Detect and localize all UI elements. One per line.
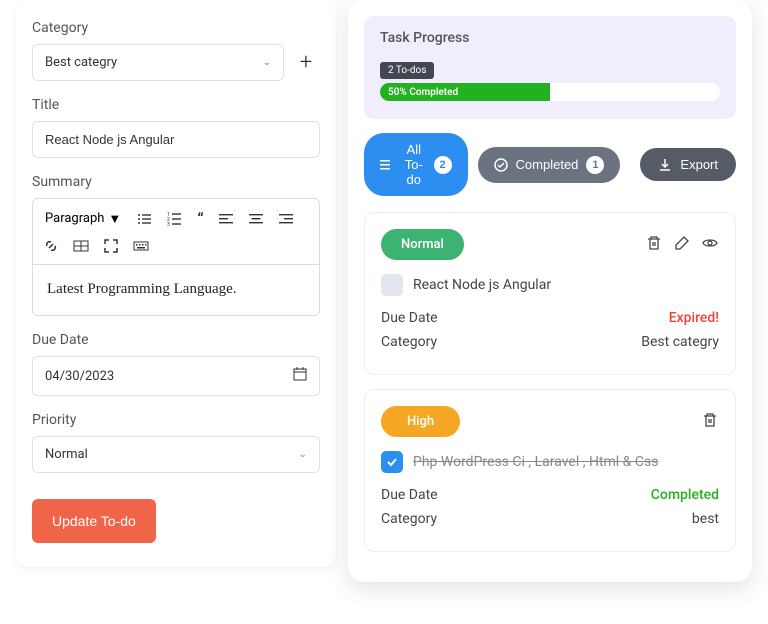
task-card: Normal React Node js Angular Due DateExpir…: [364, 212, 736, 375]
keyboard-icon[interactable]: [127, 234, 155, 258]
progress-bar: 50% Completed: [380, 83, 720, 101]
check-circle-icon: [494, 158, 508, 172]
download-icon: [658, 158, 672, 172]
tab-all-todo[interactable]: All To-do 2: [364, 133, 468, 196]
task-header: Normal: [381, 229, 719, 260]
category-value: Best categry: [45, 55, 117, 70]
progress-bar-fill: 50% Completed: [380, 83, 550, 101]
task-actions: [701, 411, 719, 433]
progress-title: Task Progress: [380, 30, 720, 46]
category-row: CategoryBest categry: [381, 334, 719, 350]
completed-count-badge: 1: [586, 156, 604, 174]
align-center-icon[interactable]: [242, 205, 270, 232]
priority-label: Priority: [32, 412, 320, 428]
priority-value: Normal: [45, 447, 88, 462]
chevron-down-icon: ⌄: [299, 449, 307, 460]
edit-icon[interactable]: [673, 234, 691, 256]
category-row: Best categry ⌄ +: [32, 44, 320, 81]
fullscreen-icon[interactable]: [97, 234, 125, 258]
task-header: High: [381, 406, 719, 437]
task-checkbox[interactable]: [381, 274, 403, 296]
table-icon[interactable]: [67, 234, 95, 258]
priority-badge: Normal: [381, 229, 464, 260]
calendar-icon: [293, 367, 307, 385]
category-value: best: [692, 511, 719, 527]
due-date-row: Due DateCompleted: [381, 487, 719, 503]
due-value: Expired!: [669, 310, 719, 326]
todo-form-card: Category Best categry ⌄ + Title Summary …: [16, 0, 336, 567]
due-date-label: Due Date: [32, 332, 320, 348]
task-title-row: React Node js Angular: [381, 274, 719, 296]
category-label: Category: [32, 20, 320, 36]
task-title: React Node js Angular: [413, 277, 551, 293]
todos-count-badge: 2 To-dos: [380, 62, 434, 79]
editor-toolbar: Paragraph ▼ 123 “: [32, 198, 320, 264]
category-select[interactable]: Best categry ⌄: [32, 44, 284, 81]
link-icon[interactable]: [37, 234, 65, 258]
summary-editor[interactable]: Latest Programming Language.: [32, 264, 320, 316]
task-actions: [645, 234, 719, 256]
unordered-list-icon[interactable]: [131, 205, 159, 232]
quote-icon[interactable]: “: [191, 205, 209, 232]
summary-label: Summary: [32, 174, 320, 190]
delete-icon[interactable]: [701, 411, 719, 433]
category-row: Categorybest: [381, 511, 719, 527]
category-value: Best categry: [641, 334, 719, 350]
task-checkbox[interactable]: [381, 451, 403, 473]
export-button[interactable]: Export: [640, 148, 736, 181]
title-label: Title: [32, 97, 320, 113]
view-icon[interactable]: [701, 234, 719, 256]
delete-icon[interactable]: [645, 234, 663, 256]
ordered-list-icon[interactable]: 123: [161, 205, 189, 232]
task-title-row: Php WordPress Ci , Laravel , Html & Css: [381, 451, 719, 473]
due-date-input[interactable]: 04/30/2023: [32, 356, 320, 396]
filter-tabs: All To-do 2 Completed 1 Export: [364, 133, 736, 196]
all-count-badge: 2: [434, 156, 452, 174]
title-input[interactable]: [32, 121, 320, 158]
task-card: High Php WordPress Ci , Laravel , Html & …: [364, 389, 736, 552]
due-date-row: Due DateExpired!: [381, 310, 719, 326]
paragraph-selector[interactable]: Paragraph ▼: [37, 205, 129, 232]
align-left-icon[interactable]: [212, 205, 240, 232]
add-category-button[interactable]: +: [292, 49, 320, 77]
svg-text:3: 3: [167, 222, 170, 227]
task-title: Php WordPress Ci , Laravel , Html & Css: [413, 454, 658, 470]
due-date-value: 04/30/2023: [45, 369, 114, 384]
list-icon: [380, 158, 394, 172]
priority-badge: High: [381, 406, 460, 437]
chevron-down-icon: ⌄: [263, 57, 271, 68]
caret-down-icon: ▼: [108, 211, 121, 227]
priority-select[interactable]: Normal ⌄: [32, 436, 320, 473]
tab-completed[interactable]: Completed 1: [478, 147, 621, 183]
task-list-card: Task Progress 2 To-dos 50% Completed All…: [348, 0, 752, 582]
due-value: Completed: [651, 487, 719, 503]
update-todo-button[interactable]: Update To-do: [32, 499, 156, 543]
align-right-icon[interactable]: [272, 205, 300, 232]
progress-card: Task Progress 2 To-dos 50% Completed: [364, 16, 736, 119]
